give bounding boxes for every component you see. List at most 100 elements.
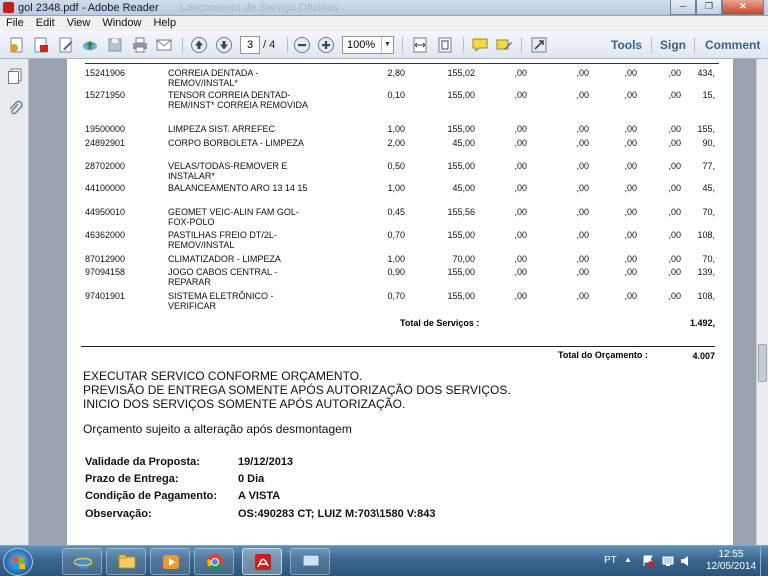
show-desktop-button[interactable] — [760, 546, 768, 576]
field-label: Prazo de Entrega: — [85, 473, 179, 485]
zoom-out-icon[interactable] — [293, 36, 311, 54]
title-bar: gol 2348.pdf - Adobe Reader Lançamento d… — [0, 0, 768, 16]
cell-desc: JOGO CABOS CENTRAL - REPARAR — [168, 267, 278, 287]
cell-code: 15241906 — [85, 68, 126, 78]
network-icon[interactable] — [662, 555, 674, 567]
taskbar-remote-desktop[interactable] — [290, 548, 330, 575]
zoom-select[interactable]: 100% ▼ — [342, 36, 394, 54]
fit-width-icon[interactable] — [411, 36, 429, 54]
cell-code: 44100000 — [85, 183, 126, 193]
remote-desktop-icon — [302, 554, 320, 569]
cell-b: ,00 — [576, 207, 589, 217]
zoom-in-icon[interactable] — [317, 36, 335, 54]
export-pdf-icon[interactable] — [32, 36, 50, 54]
cell-desc: TENSOR CORREIA DENTAD-REM/INST* CORREIA … — [168, 90, 309, 110]
cell-d: ,00 — [668, 291, 681, 301]
cell-qty: 1,00 — [387, 254, 405, 264]
scrollbar-thumb[interactable] — [758, 344, 767, 382]
menu-help[interactable]: Help — [147, 16, 182, 31]
cell-c: ,00 — [624, 254, 637, 264]
cell-e: 108, — [697, 230, 715, 240]
menu-bar: File Edit View Window Help — [0, 16, 768, 31]
cell-a: ,00 — [514, 138, 527, 148]
taskbar-media-player[interactable] — [150, 548, 190, 575]
edit-pdf-icon[interactable] — [57, 36, 75, 54]
cell-e: 90, — [702, 138, 715, 148]
menu-file[interactable]: File — [0, 16, 30, 31]
maximize-button[interactable]: ❐ — [696, 0, 722, 15]
cell-qty: 2,80 — [387, 68, 405, 78]
cell-a: ,00 — [514, 124, 527, 134]
toolbar: 3 / 4 100% ▼ Tools Sign Comment — [0, 31, 768, 59]
cell-code: 97094158 — [85, 267, 126, 277]
menu-view[interactable]: View — [61, 16, 97, 31]
cell-unit: 155,00 — [447, 230, 475, 240]
cell-e: 70, — [702, 254, 715, 264]
page-total: / 4 — [263, 39, 276, 51]
print-icon[interactable] — [131, 36, 149, 54]
cell-desc: BALANCEAMENTO ARO 13 14 15 — [168, 183, 308, 193]
start-button[interactable] — [3, 548, 33, 576]
clock-date: 12/05/2014 — [705, 561, 757, 572]
cell-d: ,00 — [668, 230, 681, 240]
taskbar-internet-explorer[interactable] — [62, 548, 102, 575]
cell-d: ,00 — [668, 124, 681, 134]
next-page-icon[interactable] — [215, 36, 233, 54]
cell-b: ,00 — [576, 68, 589, 78]
cell-qty: 0,50 — [387, 161, 405, 171]
action-center-flag-icon[interactable] — [642, 555, 654, 567]
volume-icon[interactable] — [680, 555, 692, 567]
cell-desc: VELAS/TODAS-REMOVER E INSTALAR* — [168, 161, 288, 181]
table-header-line — [85, 63, 719, 64]
upload-cloud-icon[interactable] — [81, 36, 99, 54]
chevron-down-icon[interactable]: ▼ — [381, 37, 393, 53]
cell-c: ,00 — [624, 230, 637, 240]
minimize-button[interactable]: ─ — [670, 0, 696, 15]
document-view[interactable]: 15241906 CORREIA DENTADA - REMOV/INSTAL* 2… — [29, 59, 756, 545]
cell-e: 434, — [697, 68, 715, 78]
clock[interactable]: 12:55 12/05/2014 — [700, 549, 762, 573]
language-indicator[interactable]: PT — [604, 555, 617, 566]
cell-e: 155, — [697, 124, 715, 134]
cell-qty: 0,70 — [387, 230, 405, 240]
cell-qty: 0,70 — [387, 291, 405, 301]
taskbar-explorer[interactable] — [106, 548, 146, 575]
page-thumbnails-icon[interactable] — [7, 68, 23, 84]
close-button[interactable]: ✕ — [722, 0, 764, 15]
previous-page-icon[interactable] — [190, 36, 208, 54]
cell-d: ,00 — [668, 207, 681, 217]
cell-b: ,00 — [576, 138, 589, 148]
field-value: 0 Dia — [238, 473, 265, 485]
email-icon[interactable] — [155, 36, 173, 54]
sign-pane-button[interactable]: Sign — [660, 38, 686, 52]
field-label: Observação: — [85, 508, 152, 520]
taskbar-chrome[interactable] — [194, 548, 234, 575]
tray-expand-icon[interactable]: ▲ — [624, 555, 632, 564]
cell-unit: 155,00 — [447, 161, 475, 171]
highlight-text-icon[interactable] — [495, 36, 513, 54]
cell-unit: 155,00 — [447, 90, 475, 100]
cell-b: ,00 — [576, 124, 589, 134]
page-number-input[interactable]: 3 — [240, 36, 260, 54]
save-icon[interactable] — [106, 36, 124, 54]
vertical-scrollbar[interactable] — [756, 59, 768, 545]
comment-pane-button[interactable]: Comment — [705, 38, 760, 52]
full-screen-icon[interactable] — [530, 36, 548, 54]
taskbar-adobe-reader[interactable] — [242, 548, 282, 575]
cell-a: ,00 — [514, 68, 527, 78]
menu-window[interactable]: Window — [96, 16, 147, 31]
window-title: gol 2348.pdf - Adobe Reader — [18, 2, 159, 14]
background-window-title: Lançamento de Serviço Oficinas — [180, 2, 339, 14]
cell-e: 45, — [702, 183, 715, 193]
cell-b: ,00 — [576, 291, 589, 301]
menu-edit[interactable]: Edit — [30, 16, 61, 31]
attachments-paperclip-icon[interactable] — [7, 100, 23, 116]
create-pdf-icon[interactable] — [8, 36, 26, 54]
clock-time: 12:55 — [718, 549, 744, 560]
cell-c: ,00 — [624, 267, 637, 277]
fit-page-icon[interactable] — [436, 36, 454, 54]
tools-pane-button[interactable]: Tools — [611, 38, 642, 52]
cell-unit: 155,56 — [447, 207, 475, 217]
cell-d: ,00 — [668, 267, 681, 277]
sticky-note-icon[interactable] — [471, 36, 489, 54]
